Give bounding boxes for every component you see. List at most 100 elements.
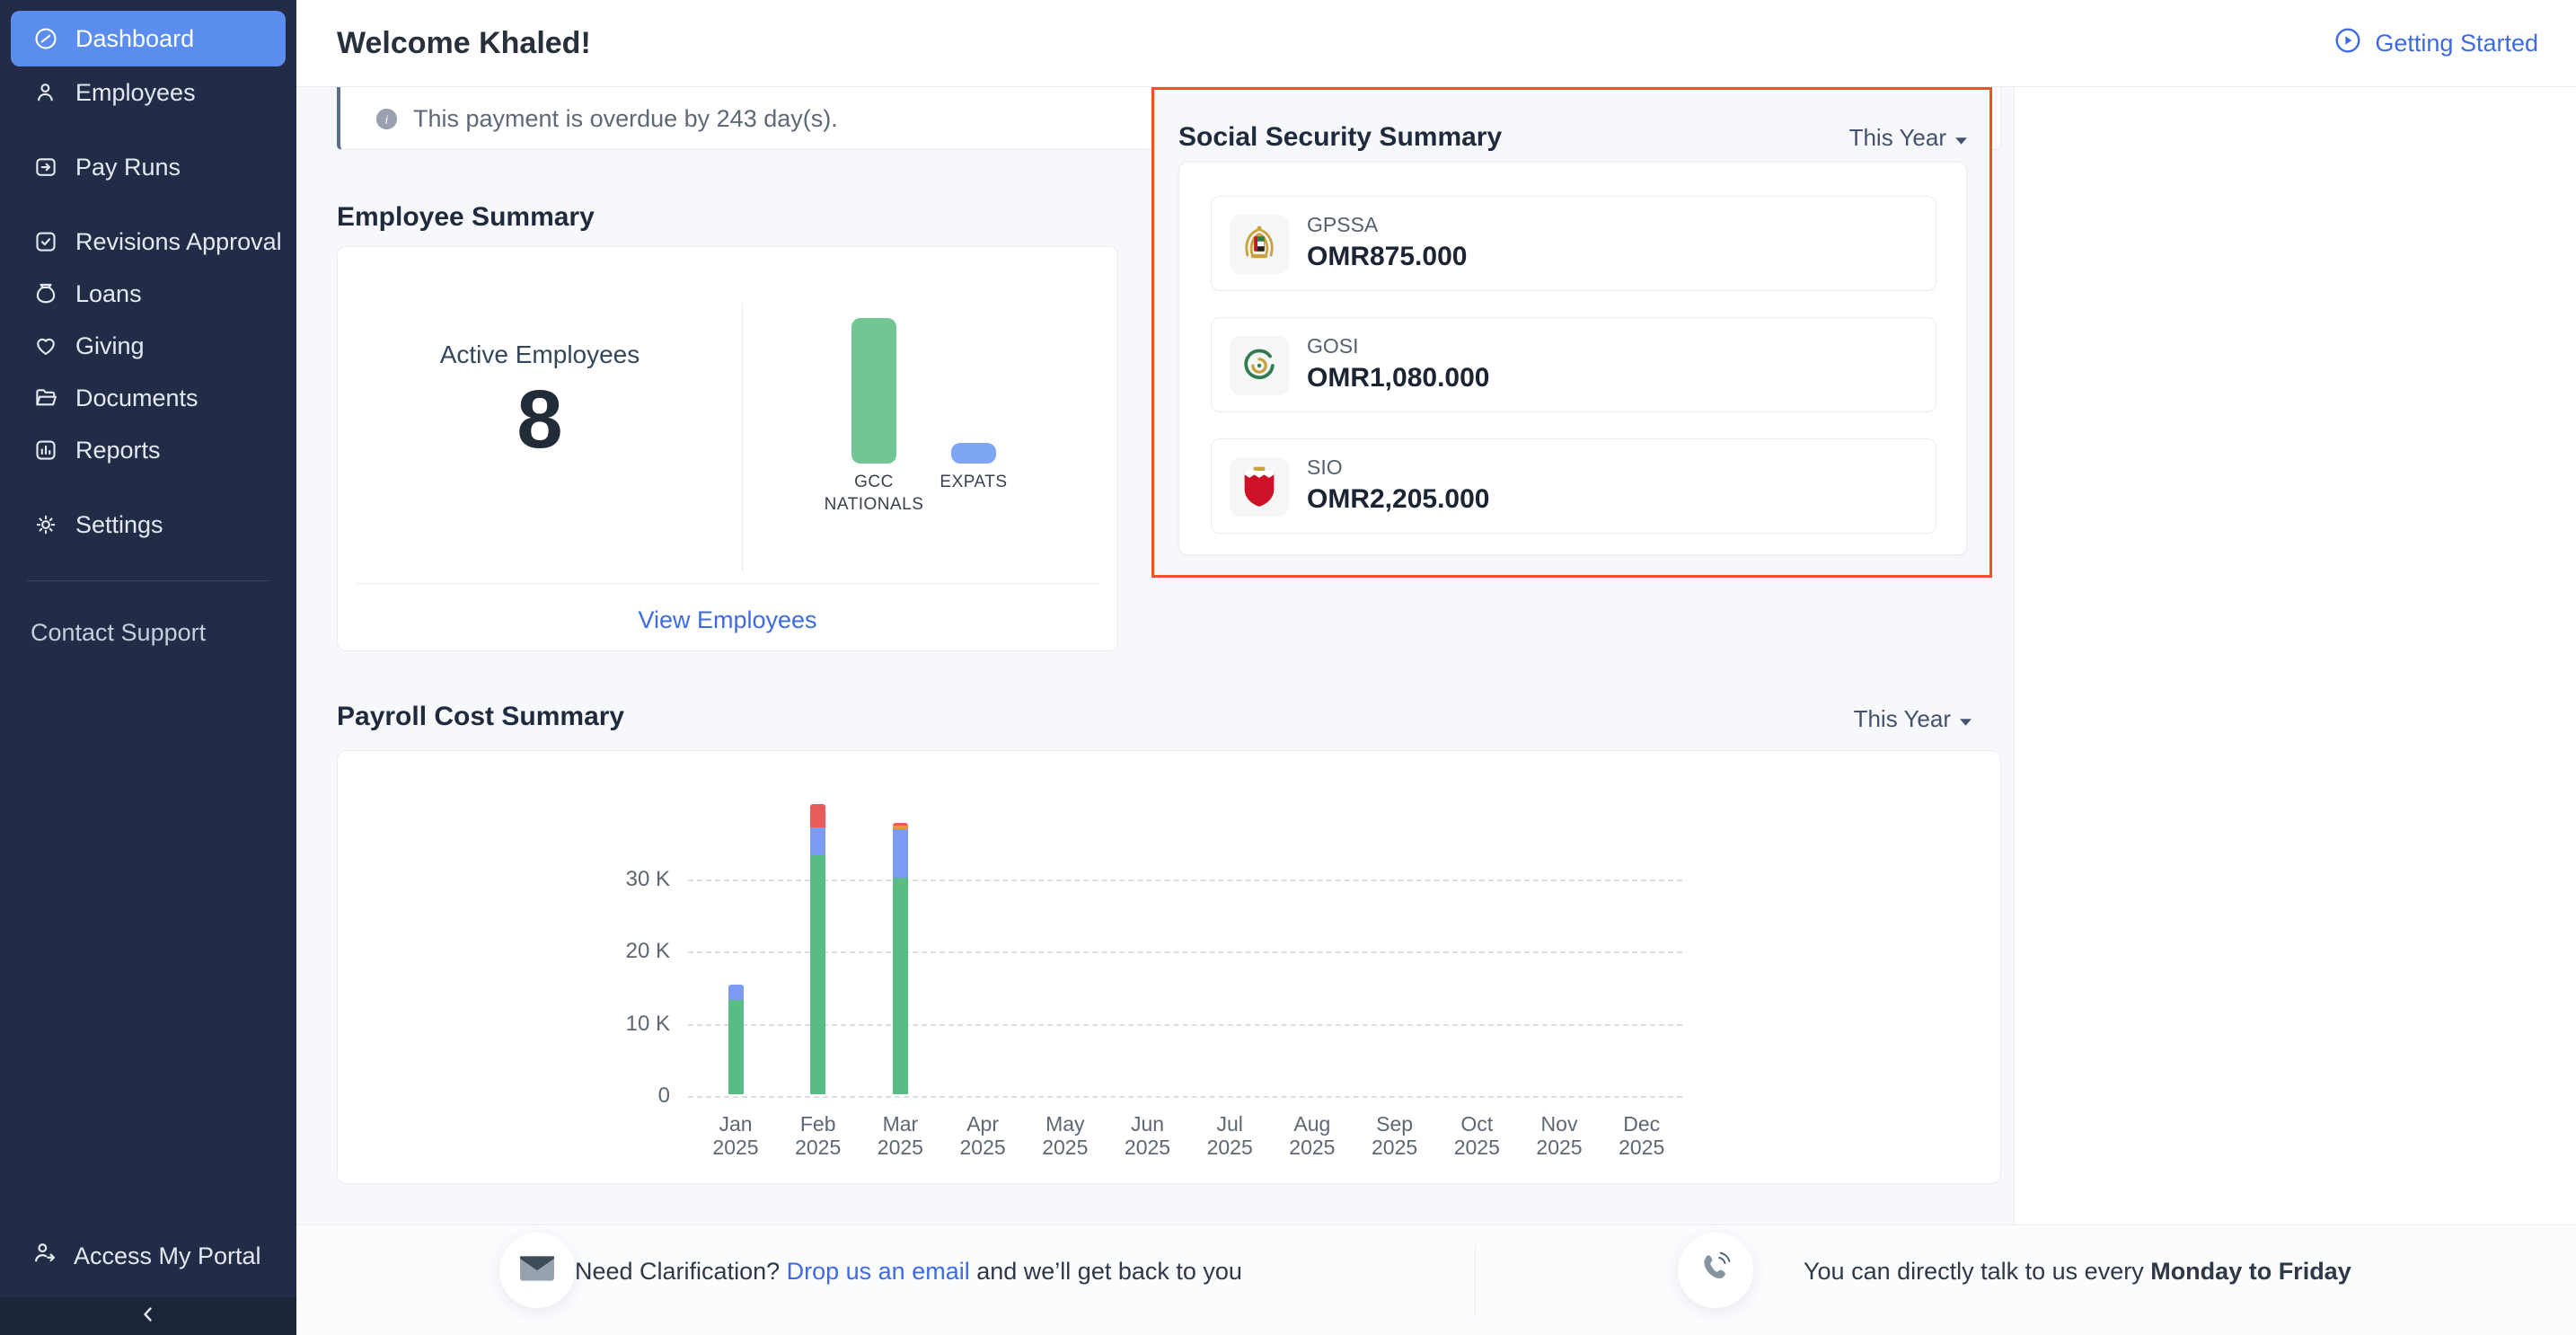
- pay-runs-icon: [31, 152, 61, 182]
- sidebar-collapse-button[interactable]: [0, 1297, 296, 1335]
- bar-segment-green: [728, 1000, 744, 1094]
- social-security-row-sio[interactable]: SIO OMR2,205.000: [1211, 438, 1936, 534]
- revisions-approval-icon: [31, 226, 61, 257]
- sidebar-item-giving[interactable]: Giving: [0, 320, 296, 372]
- dashboard-content: i This payment is overdue by 243 day(s).…: [296, 87, 2015, 1224]
- payroll-bar-jan-2025: [728, 985, 744, 1094]
- getting-started-button[interactable]: Getting Started: [2333, 26, 2538, 61]
- sidebar-item-employees[interactable]: Employees: [0, 66, 296, 119]
- bar-segment-green: [893, 878, 908, 1094]
- payroll-bar-feb-2025: [810, 804, 825, 1094]
- vertical-divider: [742, 303, 743, 572]
- access-my-portal-label: Access My Portal: [74, 1242, 261, 1270]
- authority-name: GPSSA: [1307, 213, 1378, 237]
- sidebar: Dashboard Employees Pay Runs Revisions Appr…: [0, 0, 296, 1335]
- loans-icon: [31, 278, 61, 309]
- active-employees-label: Active Employees: [338, 340, 742, 369]
- gridline: [688, 880, 1682, 881]
- bar-segment-blue: [810, 827, 825, 855]
- payroll-bar-mar-2025: [893, 823, 908, 1094]
- drop-us-an-email-link[interactable]: Drop us an email: [787, 1258, 970, 1285]
- settings-icon: [31, 509, 61, 540]
- sidebar-item-reports[interactable]: Reports: [0, 424, 296, 476]
- bar-segment-blue: [893, 829, 908, 878]
- sidebar-item-label: Loans: [75, 280, 142, 308]
- social-security-row-gpssa[interactable]: GPSSA OMR875.000: [1211, 196, 1936, 291]
- x-axis-label: Mar 2025: [859, 1112, 941, 1159]
- bar-segment-green: [810, 855, 825, 1094]
- y-axis-tick: 0: [607, 1083, 670, 1109]
- employees-icon: [31, 77, 61, 108]
- page-title: Welcome Khaled!: [337, 26, 591, 61]
- mini-bar-label: EXPATS: [911, 472, 1037, 494]
- employee-summary-title: Employee Summary: [337, 202, 595, 233]
- play-circle-icon: [2333, 26, 2362, 61]
- sidebar-item-label: Dashboard: [75, 25, 194, 53]
- sidebar-item-label: Pay Runs: [75, 154, 181, 181]
- support-footer: Need Clarification? Drop us an email and…: [296, 1224, 2576, 1335]
- social-security-row-gosi[interactable]: GOSI OMR1,080.000: [1211, 317, 1936, 412]
- period-label: This Year: [1849, 124, 1946, 152]
- payroll-cost-card: 010 K20 K30 KJan 2025Feb 2025Mar 2025Apr…: [337, 750, 2001, 1184]
- y-axis-tick: 20 K: [607, 939, 670, 964]
- sidebar-item-label: Employees: [75, 79, 196, 107]
- payroll-cost-title: Payroll Cost Summary: [337, 702, 624, 732]
- horizontal-divider: [356, 583, 1099, 584]
- contact-support-label: Contact Support: [31, 619, 206, 647]
- x-axis-label: Jan 2025: [694, 1112, 777, 1159]
- footer-phone-text: You can directly talk to us every Monday…: [1804, 1258, 2351, 1286]
- authority-name: SIO: [1307, 455, 1343, 480]
- right-empty-panel: [2016, 87, 2576, 1224]
- view-employees-link[interactable]: View Employees: [338, 606, 1117, 634]
- caret-down-icon: [1959, 705, 1972, 733]
- x-axis-label: Aug 2025: [1271, 1112, 1354, 1159]
- x-axis-label: Nov 2025: [1518, 1112, 1601, 1159]
- authority-name: GOSI: [1307, 334, 1359, 358]
- sidebar-nav: Dashboard Employees Pay Runs Revisions Appr…: [0, 11, 296, 551]
- sidebar-item-contact-support[interactable]: Contact Support: [0, 607, 296, 658]
- social-security-period-dropdown[interactable]: This Year: [1849, 124, 1968, 152]
- person-arrow-icon: [31, 1239, 59, 1274]
- top-header: Welcome Khaled! Getting Started: [296, 0, 2576, 87]
- footer-email-suffix: and we’ll get back to you: [970, 1258, 1242, 1285]
- sidebar-item-revisions-approval[interactable]: Revisions Approval: [0, 216, 296, 268]
- y-axis-tick: 30 K: [607, 867, 670, 892]
- reports-icon: [31, 435, 61, 465]
- sidebar-item-label: Documents: [75, 385, 198, 412]
- sidebar-item-label: Reports: [75, 437, 161, 464]
- social-security-title: Social Security Summary: [1178, 122, 1502, 153]
- sidebar-item-dashboard[interactable]: Dashboard: [11, 11, 286, 66]
- sidebar-item-access-my-portal[interactable]: Access My Portal: [0, 1229, 296, 1283]
- bar-segment-red: [810, 804, 825, 827]
- footer-email-prefix: Need Clarification?: [575, 1258, 787, 1285]
- mini-bar-gcc-nationals: [851, 318, 896, 464]
- gpssa-emblem-icon: [1230, 215, 1289, 274]
- authority-amount: OMR1,080.000: [1307, 363, 1489, 393]
- sio-emblem-icon: [1230, 457, 1289, 517]
- phone-icon: [1697, 1250, 1734, 1292]
- y-axis-tick: 10 K: [607, 1012, 670, 1037]
- documents-icon: [31, 383, 61, 413]
- employee-summary-card: Active Employees 8 GCC NATIONALSEXPATS V…: [337, 246, 1118, 651]
- authority-amount: OMR875.000: [1307, 242, 1467, 272]
- sidebar-item-pay-runs[interactable]: Pay Runs: [0, 141, 296, 193]
- info-icon: i: [376, 109, 397, 129]
- payroll-period-dropdown[interactable]: This Year: [1854, 705, 1972, 733]
- x-axis-label: Dec 2025: [1601, 1112, 1683, 1159]
- sidebar-item-settings[interactable]: Settings: [0, 499, 296, 551]
- authority-amount: OMR2,205.000: [1307, 484, 1489, 515]
- gridline: [688, 1024, 1682, 1026]
- social-security-card: GPSSA OMR875.000 GOSI OMR1,080.000 SIO OMR2,2…: [1178, 162, 1967, 555]
- mini-bar-expats: [951, 443, 996, 464]
- x-axis-label: Apr 2025: [941, 1112, 1024, 1159]
- active-employees-count: 8: [338, 375, 742, 465]
- sidebar-item-documents[interactable]: Documents: [0, 372, 296, 424]
- x-axis-label: Oct 2025: [1435, 1112, 1518, 1159]
- mail-icon-circle: [499, 1233, 575, 1308]
- x-axis-label: May 2025: [1024, 1112, 1107, 1159]
- sidebar-item-loans[interactable]: Loans: [0, 268, 296, 320]
- social-security-highlight-box: Social Security Summary This Year GPSSA O…: [1151, 87, 1992, 578]
- sidebar-item-label: Settings: [75, 511, 163, 539]
- mail-icon: [519, 1254, 555, 1287]
- svg-text:i: i: [385, 113, 389, 127]
